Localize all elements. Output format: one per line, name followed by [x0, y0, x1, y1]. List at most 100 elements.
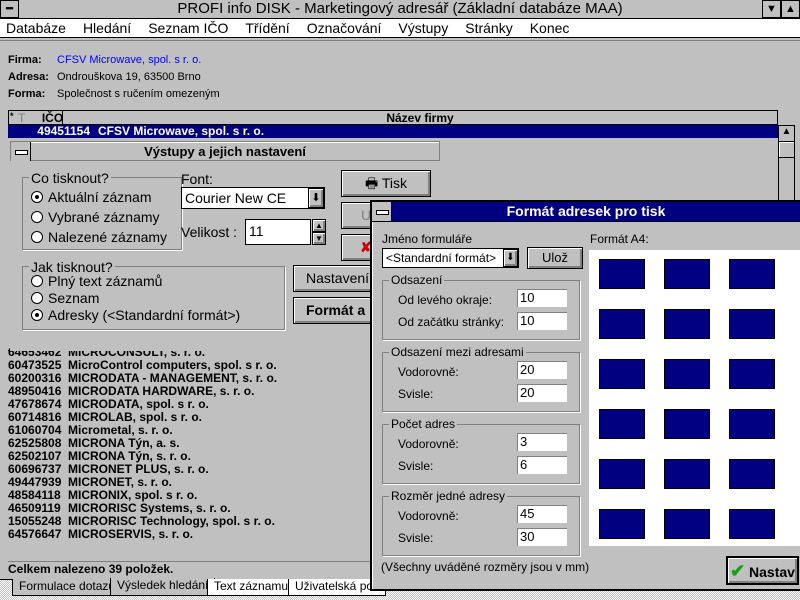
co-tisknout-group: Co tisknout? Aktuální záznam Vybrané záz…: [22, 170, 182, 250]
address-label-preview: [729, 359, 775, 389]
row-name: MicroControl computers, spol. s r. o.: [68, 358, 277, 372]
count-v-input[interactable]: 6: [517, 456, 567, 474]
printer-icon: 🖶: [364, 175, 379, 191]
uloz-button[interactable]: Ulož: [527, 247, 583, 269]
size-h-label: Vodorovně:: [398, 509, 459, 523]
address-label-preview: [664, 459, 710, 489]
radio-adresky[interactable]: Adresky (<Standardní formát>): [31, 307, 284, 324]
row-name: MICRONET PLUS, s. r. o.: [68, 462, 209, 476]
dialog-menu-icon[interactable]: [372, 202, 392, 221]
address-label-preview: [664, 359, 710, 389]
scroll-up-icon[interactable]: ▲: [779, 126, 794, 142]
row-name: MICRODATA HARDWARE, s. r. o.: [68, 384, 255, 398]
radio-seznam[interactable]: Seznam: [31, 290, 284, 307]
size-input[interactable]: 11: [245, 219, 311, 245]
address-label-preview: [664, 309, 710, 339]
col-name[interactable]: Název firmy: [62, 111, 778, 125]
menu-stranky[interactable]: Stránky: [465, 19, 512, 37]
address-label-preview: [729, 459, 775, 489]
menu-databaze[interactable]: Databáze: [6, 19, 66, 37]
units-note: (Všechny uváděné rozměry jsou v mm): [381, 560, 590, 574]
radio-vybrane[interactable]: Vybrané záznamy: [31, 207, 181, 227]
row-name: MICRONET, s. r. o.: [68, 475, 173, 489]
system-menu-button[interactable]: ━: [0, 0, 19, 18]
gap-v-input[interactable]: 20: [517, 384, 567, 402]
menu-oznacovani[interactable]: Označování: [307, 19, 382, 37]
row-name: MICRONA Týn, s. r. o.: [68, 449, 191, 463]
adresa-value: Ondrouškova 19, 63500 Brno: [57, 71, 201, 83]
preview-label: Formát A4:: [590, 232, 649, 246]
row-name: MICRORISC Systems, s. r. o.: [68, 501, 231, 515]
address-label-preview: [664, 509, 710, 539]
size-v-label: Svisle:: [398, 531, 434, 545]
row-name: MICRODATA - MANAGEMENT, s. r. o.: [68, 371, 278, 385]
count-v-label: Svisle:: [398, 459, 434, 473]
table-row[interactable]: 64576647 MICROSERVIS, s. r. o.: [8, 528, 277, 541]
menu-konec[interactable]: Konec: [530, 19, 570, 37]
spin-up-icon[interactable]: ▲: [312, 219, 326, 232]
tab-vysledek[interactable]: Výsledek hledání: [110, 578, 216, 596]
status-text: Celkem nalezeno 39 položek.: [8, 562, 174, 576]
font-select[interactable]: Courier New CE ⬇: [181, 187, 325, 209]
left-margin-input[interactable]: 10: [517, 289, 567, 307]
address-label-preview: [729, 309, 775, 339]
radio-aktualni[interactable]: Aktuální záznam: [31, 187, 181, 207]
row-ico: 64576647: [8, 527, 62, 541]
info-panel: Firma: CFSV Microwave, spol. s r. o. Adre…: [8, 54, 220, 105]
top-margin-label: Od začátku stránky:: [398, 315, 505, 329]
row-name: MICROSERVIS, s. r. o.: [68, 527, 194, 541]
dialog-menu-icon[interactable]: [11, 142, 31, 161]
row-name: MICRODATA, spol. s r. o.: [68, 397, 209, 411]
dropdown-arrow-icon[interactable]: ⬇: [503, 249, 518, 267]
mezi-group: Odsazení mezi adresami Vodorovně: 20 Svi…: [382, 345, 580, 412]
odsazeni-group: Odsazení Od levého okraje: 10 Od začátku…: [382, 273, 580, 340]
top-margin-input[interactable]: 10: [517, 312, 567, 330]
address-label-preview: [599, 509, 645, 539]
address-label-preview: [599, 409, 645, 439]
row-name: MICRORISC Technology, spol. s r. o.: [68, 514, 275, 528]
address-label-preview: [599, 459, 645, 489]
gap-h-label: Vodorovně:: [398, 365, 459, 379]
row-name: MICRONA Týn, a. s.: [68, 436, 180, 450]
dropdown-arrow-icon[interactable]: ⬇: [308, 188, 324, 208]
count-h-input[interactable]: 3: [517, 433, 567, 451]
firma-value: CFSV Microwave, spol. s r. o.: [57, 54, 202, 66]
format-title: Formát adresek pro tisk: [372, 202, 800, 222]
left-margin-label: Od levého okraje:: [398, 293, 493, 307]
tisk-button[interactable]: 🖶 Tisk: [341, 170, 431, 197]
spin-down-icon[interactable]: ▼: [312, 232, 326, 245]
firma-label: Firma:: [8, 54, 42, 66]
menu-seznam-ico[interactable]: Seznam IČO: [148, 19, 228, 37]
menu-trideni[interactable]: Třídění: [245, 19, 289, 37]
size-v-input[interactable]: 30: [517, 528, 567, 546]
forma-value: Společnost s ručením omezeným: [57, 88, 220, 100]
maximize-button[interactable]: ▲: [781, 0, 800, 18]
address-label-preview: [664, 259, 710, 289]
radio-plny-text[interactable]: Plný text záznamů: [31, 273, 284, 290]
tab-formulace[interactable]: Formulace dotazu: [12, 579, 123, 596]
checkmark-icon: ✔: [730, 561, 746, 581]
col-star[interactable]: *: [10, 111, 14, 121]
jak-tisknout-group: Jak tisknout? Plný text záznamů Seznam A…: [22, 259, 285, 330]
size-h-input[interactable]: 45: [517, 505, 567, 523]
address-label-preview: [729, 509, 775, 539]
tab-text[interactable]: Text záznamu: [207, 579, 296, 596]
size-label: Velikost :: [181, 224, 238, 240]
scroll-thumb[interactable]: [779, 142, 794, 158]
address-label-preview: [599, 359, 645, 389]
address-label-preview: [664, 409, 710, 439]
menu-hledani[interactable]: Hledání: [83, 19, 131, 37]
font-label: Font:: [181, 171, 213, 187]
jmeno-select[interactable]: <Standardní formát> ⬇: [382, 248, 519, 268]
menu-vystupy[interactable]: Výstupy: [398, 19, 448, 37]
gap-h-input[interactable]: 20: [517, 361, 567, 379]
minimize-button[interactable]: ▼: [762, 0, 781, 18]
nastav-button[interactable]: ✔ Nastav: [726, 556, 799, 585]
adresa-label: Adresa:: [8, 71, 49, 83]
col-t[interactable]: T: [18, 111, 25, 125]
radio-nalezene[interactable]: Nalezené záznamy: [31, 227, 181, 247]
table-row-selected[interactable]: 49451154 CFSV Microwave, spol. s r. o.: [8, 125, 778, 138]
window-title: PROFI info DISK - Marketingový adresář (…: [177, 0, 623, 17]
forma-label: Forma:: [8, 88, 46, 100]
address-label-preview: [599, 309, 645, 339]
